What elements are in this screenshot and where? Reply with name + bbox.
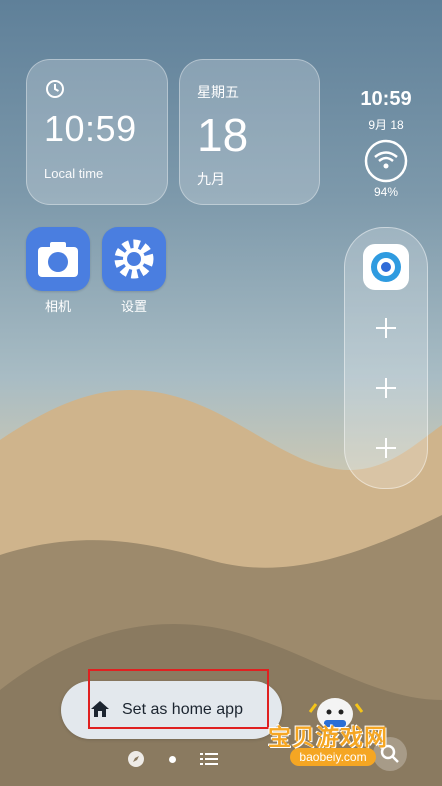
- add-slot-button-2[interactable]: [374, 376, 398, 400]
- app-settings-label: 设置: [120, 299, 147, 314]
- clock-widget[interactable]: 10:59 Local time: [26, 59, 168, 205]
- gear-icon: [102, 227, 166, 291]
- clock-icon: [46, 80, 64, 98]
- status-date: 9月 18: [368, 118, 404, 132]
- wifi-icon: [364, 139, 408, 183]
- page-indicator-dot[interactable]: [169, 756, 176, 763]
- status-time: 10:59: [360, 88, 412, 110]
- watermark-text: 宝贝游戏网: [268, 724, 388, 750]
- dock: [344, 227, 428, 489]
- clock-label: Local time: [44, 166, 104, 181]
- browser-app-icon[interactable]: [363, 244, 409, 290]
- battery-percent: 94%: [373, 185, 399, 199]
- add-slot-button-1[interactable]: [374, 316, 398, 340]
- highlight-box: [88, 669, 269, 729]
- date-month: 九月: [197, 171, 225, 187]
- clock-time: 10:59: [44, 108, 137, 149]
- compass-icon[interactable]: [127, 750, 145, 768]
- date-widget[interactable]: 星期五 18 九月: [179, 59, 320, 205]
- add-slot-button-3[interactable]: [374, 436, 398, 460]
- watermark-url: baobeiy.com: [290, 748, 376, 766]
- app-camera-label: 相机: [44, 299, 71, 314]
- camera-icon: [26, 227, 90, 291]
- app-settings[interactable]: 设置: [102, 227, 166, 315]
- date-weekday: 星期五: [197, 84, 239, 100]
- app-camera[interactable]: 相机: [26, 227, 90, 315]
- list-icon[interactable]: [200, 752, 218, 766]
- date-day: 18: [197, 109, 249, 161]
